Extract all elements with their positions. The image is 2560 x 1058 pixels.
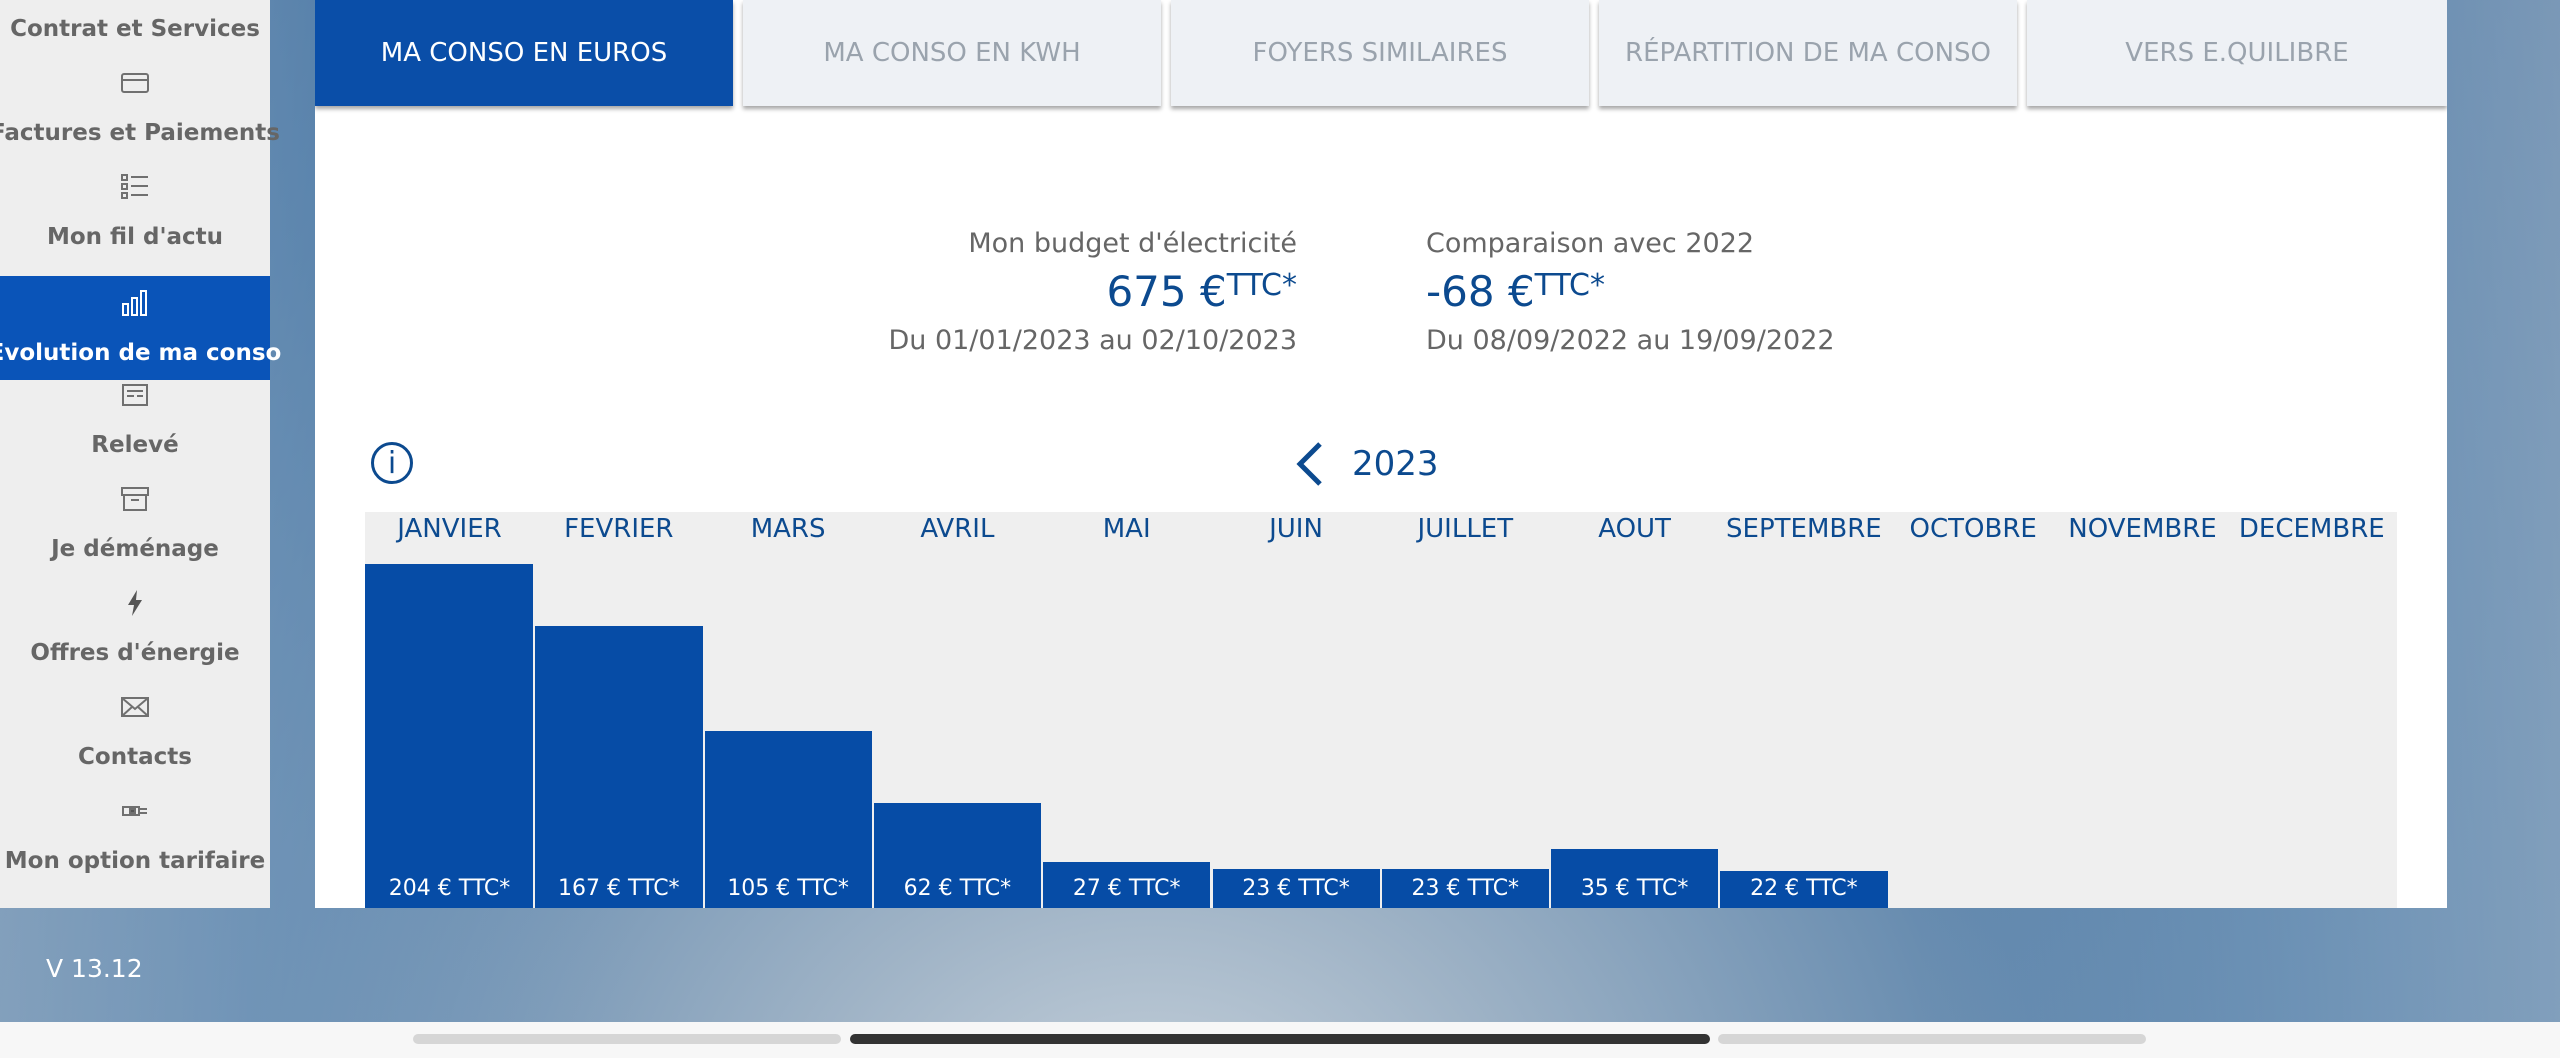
sidebar-item-contacts[interactable]: Contacts [0,680,270,784]
meter-icon [120,380,150,410]
bar-value-label: 62 € TTC* [903,876,1012,901]
info-icon[interactable]: i [371,442,413,484]
sidebar-item-consumption[interactable]: Evolution de ma conso [0,276,281,380]
sidebar-item-label: Evolution de ma conso [0,340,282,366]
box-icon [120,484,150,514]
sidebar-item-tariff-option[interactable]: Mon option tarifaire [0,784,270,888]
tab-conso-kwh[interactable]: MA CONSO EN KWH [743,0,1161,106]
bar-value-label: 22 € TTC* [1750,876,1858,901]
page-indicator-current[interactable] [850,1034,1710,1044]
sidebar-item-label: Contrat et Services [10,16,260,42]
tab-consumption-breakdown[interactable]: RÉPARTITION DE MA CONSO [1599,0,2017,106]
comparison-amount: -68 € [1426,267,1535,316]
list-icon [120,172,150,202]
budget-title: Mon budget d'électricité [968,228,1297,259]
envelope-icon [120,692,150,722]
sidebar-item-label: Relevé [91,432,179,458]
consumption-bar[interactable] [535,626,703,908]
bar-value-label: 23 € TTC* [1242,876,1350,901]
budget-period: Du 01/01/2023 au 02/10/2023 [888,325,1297,356]
bar-value-label: 105 € TTC* [727,876,849,901]
tab-bar: MA CONSO EN EUROS MA CONSO EN KWH FOYERS… [315,0,2447,108]
sidebar-item-news-feed[interactable]: Mon fil d'actu [0,160,270,264]
budget-amount: 675 € [1106,267,1227,316]
sidebar-item-label: Mon fil d'actu [46,224,224,250]
tab-equilibre[interactable]: VERS E.QUILIBRE [2027,0,2447,106]
tab-conso-euros[interactable]: MA CONSO EN EUROS [315,0,733,106]
page-scroll-indicator [0,1022,2560,1058]
year-navigation: 2023 [1290,440,1439,488]
bars-area: 204 € TTC* 167 € TTC* 105 € TTC* 62 € TTC* 2… [365,512,2397,908]
sidebar-item-label: Factures et Paiements [0,120,280,146]
sidebar: Contrat et Services Factures et Paiement… [0,0,281,908]
consumption-panel: MA CONSO EN EUROS MA CONSO EN KWH FOYERS… [315,0,2447,908]
sidebar-item-contract[interactable]: Contrat et Services [0,0,270,56]
tab-similar-homes[interactable]: FOYERS SIMILAIRES [1171,0,1589,106]
sidebar-item-label: Mon option tarifaire [4,848,266,874]
budget-summary: Mon budget d'électricité 675 €TTC* Du 01… [888,228,1297,356]
chevron-left-icon[interactable] [1290,440,1330,488]
comparison-period: Du 08/09/2022 au 19/09/2022 [1426,325,1835,356]
budget-suffix: TTC* [1226,268,1297,303]
bar-value-label: 23 € TTC* [1411,876,1520,901]
bar-value-label: 204 € TTC* [388,876,511,901]
budget-value: 675 €TTC* [888,267,1297,316]
comparison-summary: Comparaison avec 2022 -68 €TTC* Du 08/09… [1426,228,1835,356]
sidebar-item-label: Je déménage [51,536,219,562]
bar-chart-icon [120,288,150,318]
sidebar-item-label: Contacts [78,744,192,770]
consumption-bar[interactable] [365,564,534,908]
bar-value-label: 35 € TTC* [1580,876,1689,901]
card-icon [120,68,150,98]
app-version: V 13.12 [46,954,143,983]
sidebar-item-moving[interactable]: Je déménage [0,472,270,576]
page-indicator-prev[interactable] [413,1034,841,1044]
page-indicator-next[interactable] [1718,1034,2146,1044]
sidebar-item-invoices[interactable]: Factures et Paiements [0,56,280,160]
sidebar-item-meter-reading[interactable]: Relevé [0,368,270,472]
monthly-consumption-chart: JANVIER FEVRIER MARS AVRIL MAI JUIN JUILLET AOU… [365,512,2397,908]
comparison-suffix: TTC* [1534,268,1605,303]
lightning-icon [120,588,150,618]
plug-icon [120,796,150,826]
sidebar-item-label: Offres d'énergie [30,640,240,666]
sidebar-item-energy-offers[interactable]: Offres d'énergie [0,576,270,680]
bar-value-label: 167 € TTC* [558,876,680,901]
comparison-value: -68 €TTC* [1426,267,1835,316]
selected-year: 2023 [1352,444,1439,484]
bar-value-label: 27 € TTC* [1072,876,1181,901]
comparison-title: Comparaison avec 2022 [1426,228,1755,259]
